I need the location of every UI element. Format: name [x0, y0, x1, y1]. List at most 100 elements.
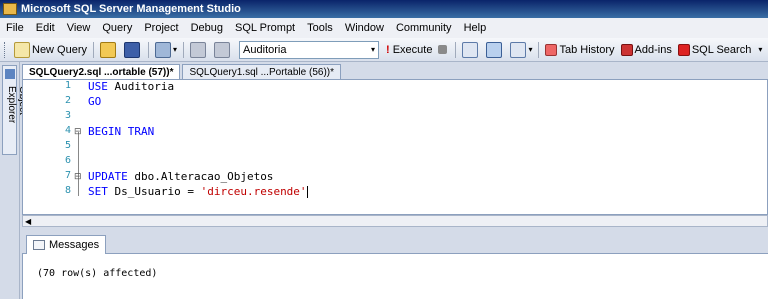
code-line[interactable]: BEGIN TRAN [88, 125, 154, 140]
menu-edit[interactable]: Edit [36, 22, 55, 34]
new-query-icon [14, 41, 30, 58]
folder-icon [100, 41, 117, 58]
object-explorer-tab[interactable]: Object Explorer [2, 65, 28, 155]
menu-file[interactable]: File [6, 22, 24, 34]
results-text-icon [462, 41, 479, 58]
menu-sql-prompt[interactable]: SQL Prompt [235, 22, 295, 34]
results-grid-button[interactable] [483, 40, 507, 60]
execute-icon: ! [386, 43, 390, 56]
fold-collapse-icon[interactable]: ⊟ [74, 126, 82, 137]
code-line[interactable]: UPDATE dbo.Alteracao_Objetos [88, 170, 273, 185]
sql-search-icon [677, 43, 690, 56]
tab-sqlquery1[interactable]: SQLQuery1.sql ...Portable (56))* [182, 64, 341, 79]
results-file-icon [510, 41, 527, 58]
save-button[interactable] [121, 40, 145, 60]
sql-search-button[interactable]: SQL Search [675, 40, 755, 60]
activity-monitor-icon [155, 41, 172, 58]
tab-history-button[interactable]: Tab History [542, 40, 617, 60]
database-select[interactable]: Auditoria ▾ [239, 40, 380, 59]
menu-help[interactable]: Help [464, 22, 487, 34]
messages-pane: (70 row(s) affected) [22, 254, 768, 299]
sql-identifier: Auditoria [114, 80, 175, 93]
connect-button[interactable] [187, 40, 211, 60]
object-explorer-dock: Object Explorer [0, 62, 28, 299]
object-explorer-icon [5, 69, 15, 79]
menu-view[interactable]: View [67, 22, 91, 34]
menu-bar: File Edit View Query Project Debug SQL P… [0, 18, 768, 38]
addins-label: Add-ins [634, 43, 672, 56]
change-connection-icon [214, 41, 231, 58]
line-number: 6 [64, 155, 71, 166]
sql-identifier: dbo.Alteracao_Objetos [134, 170, 274, 183]
open-file-button[interactable] [97, 40, 121, 60]
sql-keyword: BEGIN TRAN [88, 125, 155, 138]
app-icon [3, 3, 17, 15]
menu-query[interactable]: Query [102, 22, 132, 34]
results-file-button[interactable]: ▾ [507, 40, 535, 60]
database-select-value: Auditoria [243, 43, 287, 56]
toolbar-grip[interactable] [4, 41, 7, 58]
toolbar-separator [538, 41, 540, 58]
toolbar-separator [455, 41, 457, 58]
line-number: 4 [64, 125, 71, 136]
execute-button[interactable]: ! Execute [383, 40, 435, 60]
toolbar-separator [183, 41, 185, 58]
menu-window[interactable]: Window [345, 22, 384, 34]
results-text-button[interactable] [459, 40, 483, 60]
tab-history-label: Tab History [559, 43, 615, 56]
chevron-down-icon[interactable]: ▾ [528, 45, 532, 54]
horizontal-scrollbar[interactable]: ◀ [22, 215, 768, 227]
sql-string: 'dirceu.resende' [200, 185, 307, 198]
sql-keyword: USE [88, 80, 115, 93]
chevron-down-icon[interactable]: ▾ [173, 45, 177, 54]
code-line[interactable]: GO [88, 95, 101, 110]
toolbar: New Query ▾ Auditoria ▾ ! Execute ▾ Tab … [0, 38, 768, 62]
sql-keyword: GO [88, 95, 102, 108]
tab-messages[interactable]: Messages [26, 235, 107, 254]
menu-community[interactable]: Community [396, 22, 452, 34]
save-icon [124, 41, 141, 58]
line-number: 8 [64, 185, 71, 196]
line-number: 7 [64, 170, 71, 181]
menu-tools[interactable]: Tools [307, 22, 333, 34]
stop-button[interactable] [435, 40, 452, 60]
scroll-left-icon[interactable]: ◀ [25, 217, 31, 226]
change-connection-button[interactable] [211, 40, 235, 60]
toolbar-separator [148, 41, 150, 58]
fold-collapse-icon[interactable]: ⊟ [74, 171, 82, 182]
query-editor[interactable]: 1 USE Auditoria 2 GO 3 4 ⊟ BEGIN TRAN 5 6 7 ⊟ UPDATE… [22, 79, 768, 215]
line-number: 3 [64, 110, 71, 121]
window-title: Microsoft SQL Server Management Studio [21, 3, 241, 15]
new-query-button[interactable]: New Query [11, 40, 90, 60]
new-query-label: New Query [32, 43, 88, 56]
sql-keyword: UPDATE [88, 170, 135, 183]
document-tabs: SQLQuery2.sql ...ortable (57))* SQLQuery… [22, 64, 768, 79]
messages-icon [33, 240, 45, 250]
results-grid-icon [486, 41, 503, 58]
sql-identifier: Ds_Usuario = [114, 185, 201, 198]
text-cursor [306, 186, 308, 198]
title-bar: Microsoft SQL Server Management Studio [0, 0, 768, 18]
toolbar-separator [93, 41, 95, 58]
fold-guide [78, 132, 79, 196]
menu-project[interactable]: Project [144, 22, 178, 34]
chevron-down-icon[interactable]: ▾ [758, 45, 762, 54]
code-line[interactable]: USE Auditoria [88, 80, 174, 95]
results-tabs: Messages [22, 232, 768, 254]
menu-debug[interactable]: Debug [191, 22, 223, 34]
line-number: 5 [64, 140, 71, 151]
messages-tab-label: Messages [49, 239, 100, 251]
result-message: (70 row(s) affected) [37, 268, 158, 279]
tab-history-icon [545, 43, 558, 56]
stop-icon [438, 45, 448, 54]
addins-button[interactable]: Add-ins [618, 40, 675, 60]
chevron-down-icon: ▾ [371, 45, 376, 54]
line-number: 1 [64, 80, 71, 91]
connect-icon [190, 41, 207, 58]
code-line[interactable]: SET Ds_Usuario = 'dirceu.resende' [88, 185, 308, 200]
activity-monitor-button[interactable]: ▾ [152, 40, 180, 60]
addins-icon [620, 43, 633, 56]
tab-sqlquery2[interactable]: SQLQuery2.sql ...ortable (57))* [22, 64, 181, 79]
sql-keyword: SET [88, 185, 115, 198]
execute-label: Execute [392, 43, 433, 56]
